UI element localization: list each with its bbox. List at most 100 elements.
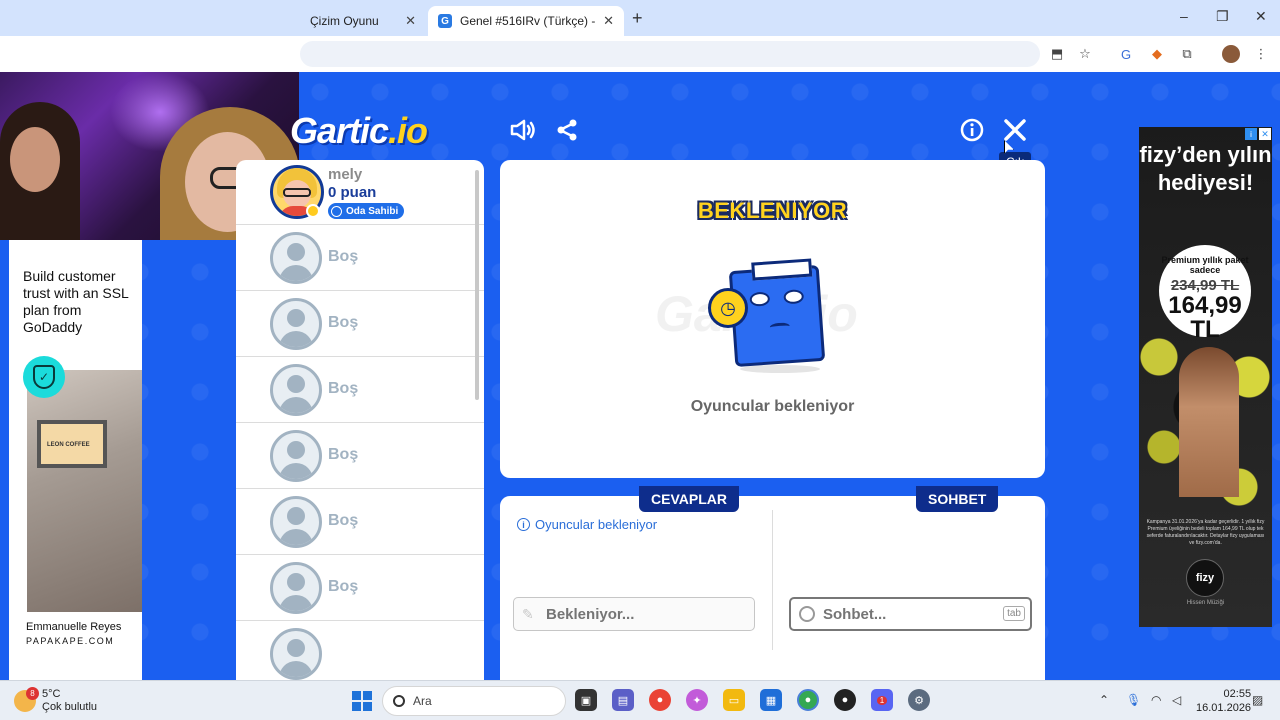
player-slot-empty[interactable]: Boş [236,225,484,291]
volume-icon[interactable]: ◁ [1172,693,1181,707]
browser-tab-bar: Çizim Oyunu ✕ G Genel #516IRv (Türkçe) -… [0,0,1280,36]
discord-icon[interactable]: 1 [871,689,893,711]
fizy-ad[interactable]: fizy’den yılın hediyesi! Premium yıllık … [1139,127,1272,627]
settings-gear-icon[interactable]: ⚙ [908,689,930,711]
empty-slot-label: Boş [328,446,359,463]
laptop-label: LEON COFFEE [47,442,90,448]
close-tab-icon[interactable]: ✕ [405,13,416,29]
search-icon [393,695,405,707]
bookmark-star-icon[interactable]: ☆ [1076,45,1094,63]
teams-icon[interactable]: ▤ [612,689,634,711]
game-canvas-card: BEKLENIYOR Gartic.io ◷ Oyuncular bekleni… [500,160,1045,478]
minimize-button[interactable]: – [1180,8,1188,24]
pencil-icon: ✎ [522,606,534,622]
player-owner[interactable]: mely 0 puan Oda Sahibi [236,160,484,225]
ad-copy: Build customer trust with an SSL plan fr… [23,268,129,335]
tray-chevron-icon[interactable]: ⌃ [1099,693,1109,707]
taskbar-search[interactable]: Ara [382,686,566,716]
godaddy-ad[interactable]: Build customer trust with an SSL plan fr… [9,240,142,698]
avatar-glasses [283,188,311,197]
weather-widget[interactable]: 8 5°C Çok bulutlu [14,685,97,717]
room-owner-badge: Oda Sahibi [328,203,405,219]
chat-tab[interactable]: SOHBET [916,486,999,512]
gartic-logo[interactable]: Gartic.io [290,110,428,152]
empty-avatar-icon [270,496,322,548]
ad-laptop: LEON COFFEE [37,420,107,468]
answer-input-box[interactable]: ✎ [513,597,755,631]
discord-badge: 1 [876,695,888,705]
promo-line: Premium yıllık paket sadece [1161,255,1249,275]
ad-model [1179,347,1239,497]
clock-date: 16.01.2026 [1196,702,1252,714]
mascot-paper [751,258,813,281]
info-circle-icon: i [517,518,530,531]
share-icon[interactable] [552,115,582,145]
window-close-button[interactable]: ✕ [1255,8,1267,25]
maximize-button[interactable]: ❐ [1216,8,1229,25]
empty-avatar-icon [270,430,322,482]
address-bar[interactable] [300,41,1040,67]
browser-menu-icon[interactable]: ⋮ [1252,45,1270,63]
tab-title: Çizim Oyunu [310,14,379,28]
player-slot-empty[interactable]: Boş [236,555,484,621]
player-slot-empty[interactable]: Boş [236,423,484,489]
answer-input[interactable] [546,605,736,623]
ad-close-icon[interactable]: ✕ [1259,128,1271,140]
info-icon[interactable] [957,115,987,145]
tab-title: Genel #516IRv (Türkçe) - Gartic [460,14,597,28]
profile-avatar[interactable] [1222,45,1240,63]
metamask-extension-icon[interactable]: ◆ [1148,45,1166,63]
copilot-icon[interactable]: ✦ [686,689,708,711]
tab-cizim-oyunu[interactable]: Çizim Oyunu ✕ [300,6,426,36]
weather-condition: Çok bulutlu [42,701,98,713]
empty-avatar-icon [270,232,322,284]
browser-toolbar: ⬒ ☆ G ◆ ⧉ ⋮ [0,36,1280,72]
translate-extension-icon[interactable]: G [1117,45,1135,63]
install-app-icon[interactable]: ⬒ [1048,45,1066,63]
extensions-puzzle-icon[interactable]: ⧉ [1178,45,1196,63]
waiting-text: Oyuncular bekleniyor [690,398,855,415]
empty-avatar-icon [270,628,322,680]
status-title: BEKLENIYOR [697,198,848,223]
microphone-icon[interactable]: 🎙 [1126,693,1141,707]
ad-price-badge: Premium yıllık paket sadece 234,99 TL 16… [1159,245,1251,342]
store-icon[interactable]: ▦ [760,689,782,711]
empty-slot-label: Boş [328,512,359,529]
logo-main: Gartic [290,110,389,151]
chat-input[interactable] [823,605,993,623]
temperature: 5°C [42,688,61,700]
empty-slot-label: Boş [328,578,359,595]
task-view-icon[interactable]: ▣ [575,689,597,711]
chrome-icon[interactable]: ● [649,689,671,711]
recorder-icon[interactable]: ● [834,689,856,711]
windows-start-icon[interactable] [352,691,372,711]
wifi-icon[interactable]: ◠ [1151,693,1161,707]
mascot-mouth [769,322,791,332]
empty-avatar-icon [270,562,322,614]
notification-icon[interactable]: ▨ [1252,693,1263,707]
player-slot-empty[interactable]: Boş [236,291,484,357]
chat-input-box[interactable]: tab [789,597,1032,631]
mascot-shadow [740,365,820,373]
new-tab-button[interactable]: + [632,8,643,29]
tab-gartic-room[interactable]: G Genel #516IRv (Türkçe) - Gartic ✕ [428,6,624,36]
close-tab-icon[interactable]: ✕ [603,13,614,29]
gartic-favicon-icon: G [438,14,452,28]
player-list-scrollbar[interactable] [475,170,479,400]
file-explorer-icon[interactable]: ▭ [723,689,745,711]
adchoices-icon[interactable]: i [1245,128,1257,140]
tab-key-hint: tab [1003,606,1025,621]
empty-slot-label: Boş [328,248,359,265]
answers-tab[interactable]: CEVAPLAR [639,486,739,512]
gartic-page: Build customer trust with an SSL plan fr… [0,72,1280,715]
empty-slot-label: Boş [328,380,359,397]
empty-avatar-icon [270,298,322,350]
taskbar-clock[interactable]: 02:55 16.01.2026 [1196,687,1251,715]
chrome-active-icon[interactable]: ● [797,689,819,711]
player-slot-empty[interactable]: Boş [236,357,484,423]
weather-icon: 8 [14,687,39,712]
badge-label: Oda Sahibi [346,205,399,217]
sound-icon[interactable] [508,115,538,145]
player-slot-empty[interactable]: Boş [236,489,484,555]
clock-time: 02:55 [1223,688,1252,700]
